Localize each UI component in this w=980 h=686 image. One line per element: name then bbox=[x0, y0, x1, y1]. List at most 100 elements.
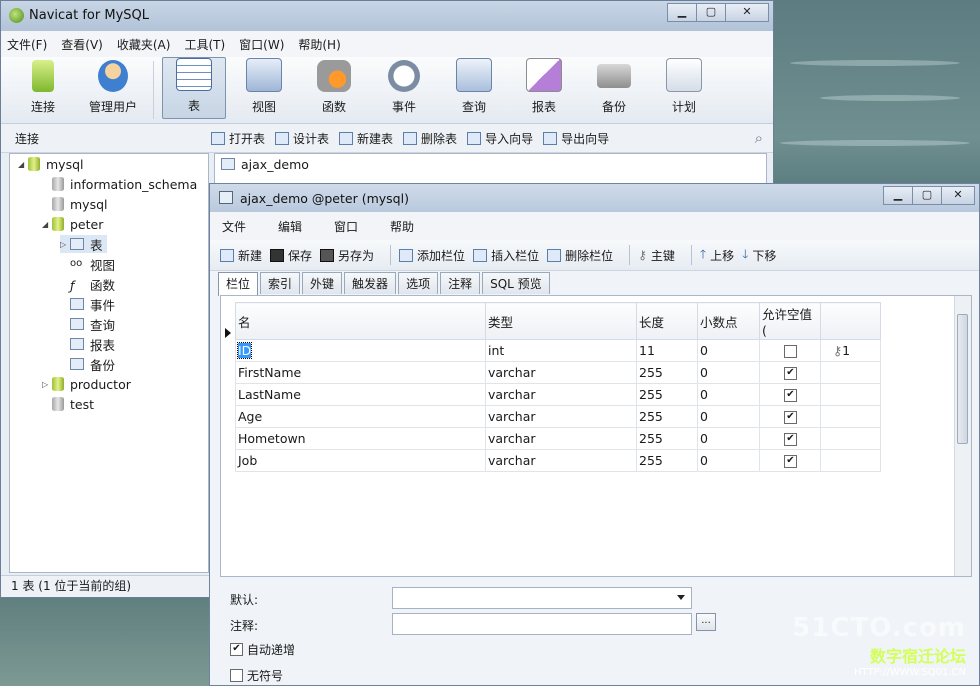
new-table-button[interactable]: 新建表 bbox=[339, 130, 393, 147]
field-decimals-cell[interactable]: 0 bbox=[697, 339, 760, 362]
comment-input[interactable] bbox=[392, 613, 692, 635]
tree-node-queries[interactable]: 查询 bbox=[70, 315, 115, 333]
schedule-button[interactable]: 计划 bbox=[652, 57, 716, 119]
unsigned-option[interactable]: 无符号 bbox=[230, 667, 283, 684]
tree-node-db-information-schema[interactable]: information_schema bbox=[52, 175, 197, 193]
connect-button[interactable]: 连接 bbox=[11, 57, 75, 119]
field-decimals-cell[interactable]: 0 bbox=[697, 405, 760, 428]
field-decimals-cell[interactable]: 0 bbox=[697, 427, 760, 450]
menu-file[interactable]: 文件(F) bbox=[7, 36, 47, 53]
tree-node-mysql-connection[interactable]: ◢ mysql bbox=[18, 155, 84, 173]
tab-sql-preview[interactable]: SQL 预览 bbox=[482, 272, 550, 294]
designer-titlebar[interactable]: ajax_demo @peter (mysql) ▁ ▢ ✕ bbox=[210, 184, 979, 212]
functions-button[interactable]: 函数 bbox=[302, 57, 366, 119]
queries-button[interactable]: 查询 bbox=[442, 57, 506, 119]
tree-node-tables[interactable]: ▷ 表 bbox=[60, 235, 107, 253]
table-row[interactable]: ID int 11 0 ⚷1 bbox=[235, 339, 881, 362]
table-row[interactable]: FirstName varchar 255 0 ✔ bbox=[235, 361, 881, 384]
designer-maximize-button[interactable]: ▢ bbox=[912, 186, 942, 205]
design-table-button[interactable]: 设计表 bbox=[275, 130, 329, 147]
menu-help[interactable]: 帮助(H) bbox=[298, 36, 340, 53]
allow-null-checkbox[interactable]: ✔ bbox=[784, 367, 797, 380]
column-header-decimals[interactable]: 小数点 bbox=[697, 302, 760, 340]
tree-node-db-test[interactable]: test bbox=[52, 395, 94, 413]
table-row[interactable]: Job varchar 255 0 ✔ bbox=[235, 449, 881, 472]
field-length-cell[interactable]: 255 bbox=[636, 383, 698, 406]
table-row[interactable]: LastName varchar 255 0 ✔ bbox=[235, 383, 881, 406]
field-decimals-cell[interactable]: 0 bbox=[697, 449, 760, 472]
allow-null-checkbox[interactable]: ✔ bbox=[784, 455, 797, 468]
designer-close-button[interactable]: ✕ bbox=[941, 186, 975, 205]
tab-indexes[interactable]: 索引 bbox=[260, 272, 301, 294]
scrollbar-thumb[interactable] bbox=[957, 314, 968, 444]
designer-menu-window[interactable]: 窗口 bbox=[334, 218, 358, 235]
field-length-cell[interactable]: 11 bbox=[636, 339, 698, 362]
menu-favorites[interactable]: 收藏夹(A) bbox=[117, 36, 171, 53]
field-type-cell[interactable]: varchar bbox=[485, 405, 637, 428]
allow-null-checkbox[interactable]: ✔ bbox=[784, 389, 797, 402]
field-name-cell[interactable]: ID bbox=[236, 342, 253, 359]
field-type-cell[interactable]: varchar bbox=[485, 383, 637, 406]
search-icon[interactable]: ⌕ bbox=[755, 129, 763, 147]
primary-key-button[interactable]: ⚷ 主键 bbox=[638, 247, 675, 264]
menu-view[interactable]: 查看(V) bbox=[61, 36, 103, 53]
field-name-cell[interactable]: FirstName bbox=[235, 361, 486, 384]
allow-null-checkbox[interactable]: ✔ bbox=[784, 433, 797, 446]
table-row[interactable]: Age varchar 255 0 ✔ bbox=[235, 405, 881, 428]
backup-button[interactable]: 备份 bbox=[582, 57, 646, 119]
tree-node-backups[interactable]: 备份 bbox=[70, 355, 115, 373]
save-button[interactable]: 保存 bbox=[270, 247, 312, 264]
comment-editor-button[interactable]: ... bbox=[696, 613, 716, 631]
allow-null-checkbox[interactable]: ✔ bbox=[784, 411, 797, 424]
tab-comment[interactable]: 注释 bbox=[440, 272, 481, 294]
tree-node-reports[interactable]: 报表 bbox=[70, 335, 115, 353]
add-field-button[interactable]: 添加栏位 bbox=[399, 247, 465, 264]
maximize-button[interactable]: ▢ bbox=[696, 3, 726, 22]
tab-options[interactable]: 选项 bbox=[398, 272, 439, 294]
field-length-cell[interactable]: 255 bbox=[636, 405, 698, 428]
move-up-button[interactable]: 🡑 上移 bbox=[700, 245, 734, 266]
tab-fields[interactable]: 栏位 bbox=[218, 272, 259, 296]
default-value-dropdown[interactable] bbox=[392, 587, 692, 609]
save-as-button[interactable]: 另存为 bbox=[320, 247, 374, 264]
designer-menu-help[interactable]: 帮助 bbox=[390, 218, 414, 235]
allow-null-checkbox[interactable] bbox=[784, 345, 797, 358]
field-type-cell[interactable]: varchar bbox=[485, 449, 637, 472]
designer-menu-file[interactable]: 文件 bbox=[222, 218, 246, 235]
open-table-button[interactable]: 打开表 bbox=[211, 130, 265, 147]
field-type-cell[interactable]: varchar bbox=[485, 427, 637, 450]
tables-button[interactable]: 表 bbox=[162, 57, 226, 119]
tab-foreign-keys[interactable]: 外键 bbox=[302, 272, 343, 294]
export-wizard-button[interactable]: 导出向导 bbox=[543, 130, 609, 147]
tab-triggers[interactable]: 触发器 bbox=[344, 272, 397, 294]
reports-button[interactable]: 报表 bbox=[512, 57, 576, 119]
field-name-cell[interactable]: Hometown bbox=[235, 427, 486, 450]
insert-field-button[interactable]: 插入栏位 bbox=[473, 247, 539, 264]
field-decimals-cell[interactable]: 0 bbox=[697, 383, 760, 406]
column-header-type[interactable]: 类型 bbox=[485, 302, 637, 340]
field-name-cell[interactable]: Job bbox=[235, 449, 486, 472]
field-length-cell[interactable]: 255 bbox=[636, 361, 698, 384]
delete-field-button[interactable]: 删除栏位 bbox=[547, 247, 613, 264]
field-decimals-cell[interactable]: 0 bbox=[697, 361, 760, 384]
tree-node-db-productor[interactable]: ▷ productor bbox=[42, 375, 131, 393]
field-length-cell[interactable]: 255 bbox=[636, 427, 698, 450]
designer-menu-edit[interactable]: 编辑 bbox=[278, 218, 302, 235]
minimize-button[interactable]: ▁ bbox=[667, 3, 697, 22]
import-wizard-button[interactable]: 导入向导 bbox=[467, 130, 533, 147]
grid-vertical-scrollbar[interactable] bbox=[954, 296, 971, 576]
object-item-ajax-demo[interactable]: ajax_demo bbox=[221, 155, 309, 173]
auto-increment-checkbox[interactable]: ✔ bbox=[230, 643, 243, 656]
auto-increment-option[interactable]: ✔ 自动递增 bbox=[230, 641, 295, 658]
move-down-button[interactable]: 🡓 下移 bbox=[742, 245, 776, 266]
field-name-cell[interactable]: LastName bbox=[235, 383, 486, 406]
column-header-allow-null[interactable]: 允许空值 ( bbox=[759, 302, 821, 340]
column-header-name[interactable]: 名 bbox=[235, 302, 486, 340]
designer-minimize-button[interactable]: ▁ bbox=[883, 186, 913, 205]
field-name-cell[interactable]: Age bbox=[235, 405, 486, 428]
field-length-cell[interactable]: 255 bbox=[636, 449, 698, 472]
tree-node-db-mysql[interactable]: mysql bbox=[52, 195, 108, 213]
tree-node-db-peter[interactable]: ◢ peter bbox=[42, 215, 103, 233]
menu-window[interactable]: 窗口(W) bbox=[239, 36, 284, 53]
tree-node-functions[interactable]: ƒ 函数 bbox=[70, 275, 115, 294]
